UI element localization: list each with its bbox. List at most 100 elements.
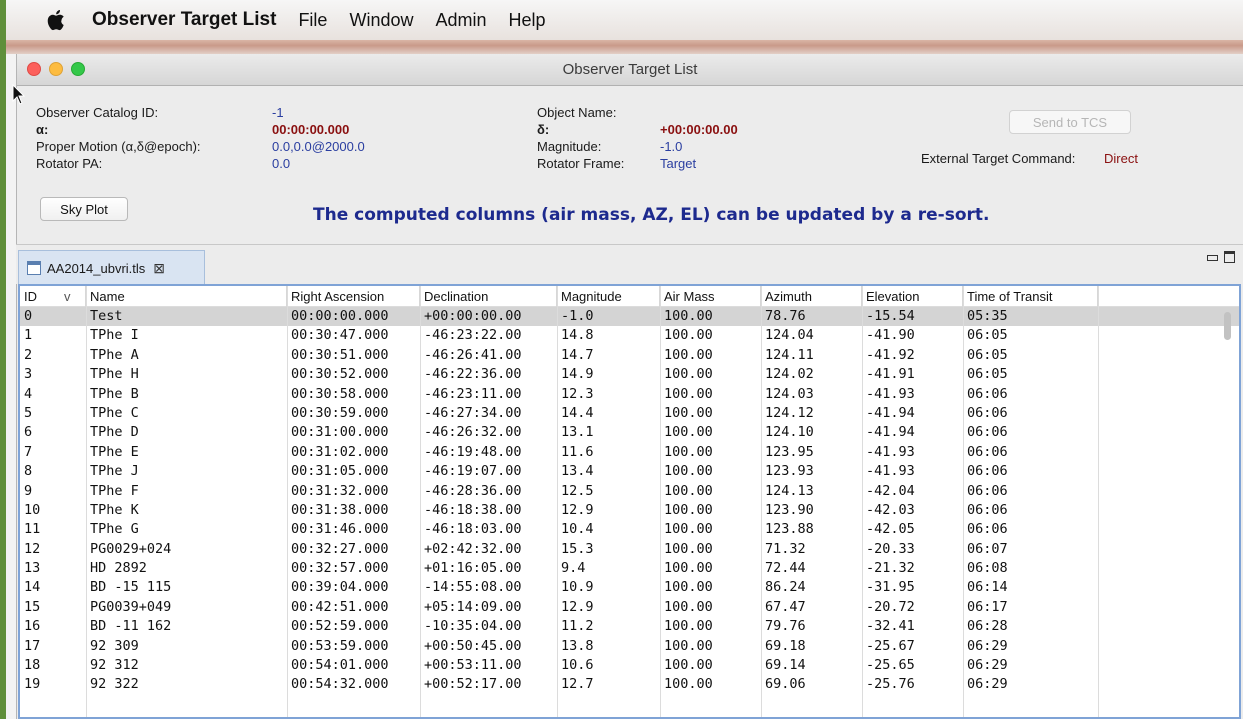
col-header-time-of-transit[interactable]: Time of Transit [963, 286, 1098, 307]
col-header-magnitude[interactable]: Magnitude [557, 286, 660, 307]
cell-magnitude: 12.7 [561, 676, 594, 693]
magnitude-value: -1.0 [660, 139, 683, 154]
table-row[interactable]: 8 TPhe J 00:31:05.000 -46:19:07.00 13.4 100.0… [20, 462, 1239, 481]
table-row[interactable]: 17 92 309 00:53:59.000 +00:50:45.00 13.8 100.… [20, 637, 1239, 656]
table-row[interactable]: 15 PG0039+049 00:42:51.000 +05:14:09.00 12.9… [20, 598, 1239, 617]
cell-right-ascension: 00:30:47.000 [291, 327, 389, 344]
table-row[interactable]: 7 TPhe E 00:31:02.000 -46:19:48.00 11.6 100.0… [20, 443, 1239, 462]
close-tab-icon[interactable]: ⊠ [153, 260, 165, 277]
external-target-command-value[interactable]: Direct [1104, 151, 1138, 166]
cell-right-ascension: 00:54:32.000 [291, 676, 389, 693]
cell-name: TPhe F [90, 482, 139, 499]
column-divider[interactable] [963, 286, 964, 717]
cell-elevation: -42.04 [866, 482, 915, 499]
cell-id: 10 [24, 501, 41, 518]
column-divider[interactable] [86, 286, 87, 717]
table-body: 0 Test 00:00:00.000 +00:00:00.00 -1.0 100.00 7… [20, 307, 1239, 695]
cell-azimuth: 124.02 [765, 366, 814, 383]
menu-admin[interactable]: Admin [435, 10, 486, 31]
cell-name: PG0029+024 [90, 540, 172, 557]
cell-declination: -46:18:03.00 [424, 521, 522, 538]
table-row[interactable]: 3 TPhe H 00:30:52.000 -46:22:36.00 14.9 100.0… [20, 365, 1239, 384]
cell-air-mass: 100.00 [664, 657, 713, 674]
cell-magnitude: 14.9 [561, 366, 594, 383]
close-window-button[interactable] [27, 62, 41, 76]
rotator-pa-value: 0.0 [272, 156, 291, 171]
column-divider[interactable] [287, 286, 288, 717]
table-row[interactable]: 6 TPhe D 00:31:00.000 -46:26:32.00 13.1 100.0… [20, 423, 1239, 442]
table-row[interactable]: 16 BD -11 162 00:52:59.000 -10:35:04.00 11.2… [20, 617, 1239, 636]
table-row[interactable]: 19 92 322 00:54:32.000 +00:52:17.00 12.7 100.… [20, 675, 1239, 694]
cell-azimuth: 124.11 [765, 346, 814, 363]
table-row[interactable]: 13 HD 2892 00:32:57.000 +01:16:05.00 9.4 100.… [20, 559, 1239, 578]
menu-file[interactable]: File [298, 10, 327, 31]
maximize-view-icon[interactable] [1224, 251, 1235, 263]
cell-time-of-transit: 06:05 [967, 366, 1008, 383]
vertical-scrollbar[interactable] [1224, 312, 1231, 340]
minimize-view-icon[interactable] [1207, 255, 1218, 261]
cell-time-of-transit: 06:06 [967, 501, 1008, 518]
tab-aa2014-ubvri[interactable]: AA2014_ubvri.tls ⊠ [18, 250, 205, 285]
cell-azimuth: 124.13 [765, 482, 814, 499]
cell-id: 2 [24, 346, 33, 363]
zoom-window-button[interactable] [71, 62, 85, 76]
col-header-elevation[interactable]: Elevation [862, 286, 963, 307]
cell-declination: -46:26:41.00 [424, 346, 522, 363]
cell-right-ascension: 00:53:59.000 [291, 637, 389, 654]
table-row[interactable]: 1 TPhe I 00:30:47.000 -46:23:22.00 14.8 100.0… [20, 326, 1239, 345]
table-row[interactable]: 0 Test 00:00:00.000 +00:00:00.00 -1.0 100.00 7… [20, 307, 1239, 327]
column-divider[interactable] [862, 286, 863, 717]
app-menu[interactable]: Observer Target List [92, 9, 276, 31]
sky-plot-button[interactable]: Sky Plot [40, 197, 128, 221]
cell-id: 11 [24, 521, 41, 538]
cell-elevation: -20.33 [866, 540, 915, 557]
cell-elevation: -25.65 [866, 657, 915, 674]
col-header-declination[interactable]: Declination [420, 286, 557, 307]
cell-air-mass: 100.00 [664, 346, 713, 363]
desktop-background [6, 40, 1243, 54]
cell-declination: -46:19:07.00 [424, 463, 522, 480]
resort-notice: The computed columns (air mass, AZ, EL) … [313, 205, 990, 225]
cell-magnitude: 12.5 [561, 482, 594, 499]
column-divider[interactable] [660, 286, 661, 717]
table-row[interactable]: 2 TPhe A 00:30:51.000 -46:26:41.00 14.7 100.0… [20, 346, 1239, 365]
minimize-window-button[interactable] [49, 62, 63, 76]
col-header-name[interactable]: Name [86, 286, 287, 307]
cell-declination: -14:55:08.00 [424, 579, 522, 596]
title-bar[interactable]: Observer Target List [17, 54, 1243, 86]
menu-window[interactable]: Window [349, 10, 413, 31]
cell-azimuth: 124.12 [765, 404, 814, 421]
cell-air-mass: 100.00 [664, 327, 713, 344]
table-row[interactable]: 5 TPhe C 00:30:59.000 -46:27:34.00 14.4 100.0… [20, 404, 1239, 423]
apple-menu-icon[interactable] [46, 8, 68, 32]
column-divider[interactable] [420, 286, 421, 717]
cell-elevation: -41.93 [866, 463, 915, 480]
cell-air-mass: 100.00 [664, 404, 713, 421]
magnitude-label: Magnitude: [537, 139, 602, 154]
cell-air-mass: 100.00 [664, 618, 713, 635]
table-row[interactable]: 12 PG0029+024 00:32:27.000 +02:42:32.00 15.3… [20, 540, 1239, 559]
menu-help[interactable]: Help [509, 10, 546, 31]
table-row[interactable]: 14 BD -15 115 00:39:04.000 -14:55:08.00 10.9… [20, 578, 1239, 597]
cell-name: TPhe E [90, 443, 139, 460]
sort-chevron-icon[interactable]: v [64, 286, 86, 307]
table-row[interactable]: 18 92 312 00:54:01.000 +00:53:11.00 10.6 100.… [20, 656, 1239, 675]
col-header-air-mass[interactable]: Air Mass [660, 286, 761, 307]
col-header-azimuth[interactable]: Azimuth [761, 286, 862, 307]
column-divider[interactable] [557, 286, 558, 717]
cell-azimuth: 72.44 [765, 560, 806, 577]
column-divider[interactable] [1098, 286, 1099, 717]
cell-right-ascension: 00:30:58.000 [291, 385, 389, 402]
cell-magnitude: 10.9 [561, 579, 594, 596]
cell-elevation: -42.05 [866, 521, 915, 538]
table-row[interactable]: 4 TPhe B 00:30:58.000 -46:23:11.00 12.3 100.0… [20, 385, 1239, 404]
send-to-tcs-button[interactable]: Send to TCS [1009, 110, 1131, 134]
table-row[interactable]: 10 TPhe K 00:31:38.000 -46:18:38.00 12.9 100.… [20, 501, 1239, 520]
col-header-right-ascension[interactable]: Right Ascension [287, 286, 420, 307]
catalog-id-label: Observer Catalog ID: [36, 105, 159, 120]
table-row[interactable]: 11 TPhe G 00:31:46.000 -46:18:03.00 10.4 100.… [20, 520, 1239, 539]
cell-air-mass: 100.00 [664, 463, 713, 480]
cell-id: 14 [24, 579, 41, 596]
table-row[interactable]: 9 TPhe F 00:31:32.000 -46:28:36.00 12.5 100.0… [20, 482, 1239, 501]
column-divider[interactable] [761, 286, 762, 717]
